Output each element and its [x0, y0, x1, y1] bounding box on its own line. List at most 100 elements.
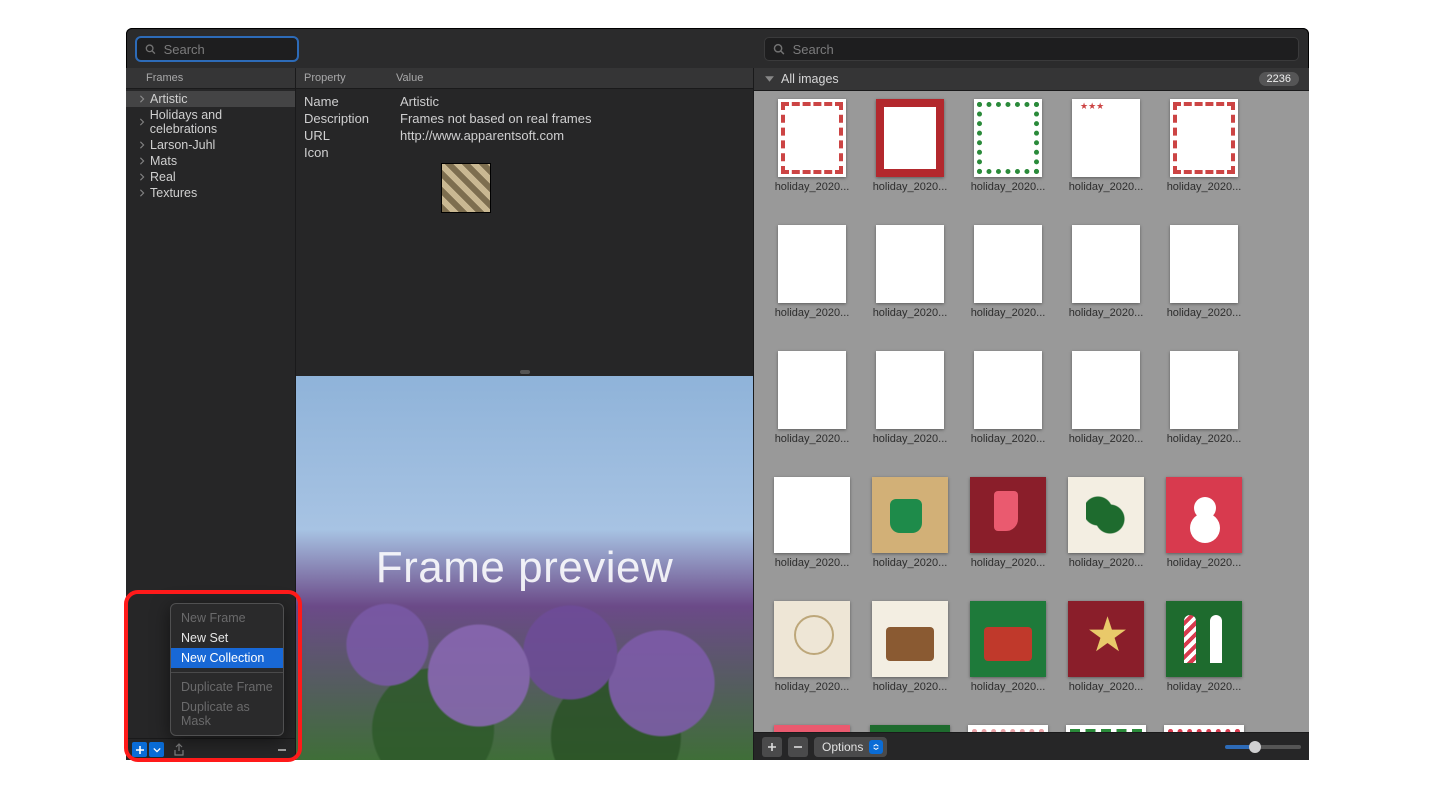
thumbnail-image	[778, 225, 846, 303]
thumbnail-image	[974, 225, 1042, 303]
gallery-header[interactable]: All images 2236	[754, 68, 1309, 91]
thumbnail[interactable]: holiday_2020...	[772, 601, 852, 693]
thumbnail-label: holiday_2020...	[1069, 307, 1144, 319]
add-context-menu[interactable]: New FrameNew SetNew CollectionDuplicate …	[170, 603, 284, 736]
thumbnail[interactable]: holiday_2020...	[772, 225, 852, 319]
sidebar-item[interactable]: Larson-Juhl	[126, 137, 295, 153]
property-row[interactable]: NameArtistic	[296, 93, 753, 110]
thumbnail-image	[1066, 725, 1146, 732]
thumbnail-label: holiday_2020...	[1167, 433, 1242, 445]
thumbnail-image	[876, 351, 944, 429]
thumbnail-image	[774, 725, 850, 732]
thumbnail-image	[974, 351, 1042, 429]
property-row[interactable]: DescriptionFrames not based on real fram…	[296, 110, 753, 127]
thumbnail[interactable]: holiday_2020...	[772, 725, 852, 732]
menu-item[interactable]: New Set	[171, 628, 283, 648]
sidebar-item[interactable]: Mats	[126, 153, 295, 169]
thumbnail-image	[872, 601, 948, 677]
thumbnail[interactable]: holiday_2020...	[1066, 725, 1146, 732]
thumbnail-image	[1072, 99, 1140, 177]
sidebar-item[interactable]: Holidays and celebrations	[126, 107, 295, 137]
sidebar-item-label: Artistic	[150, 92, 188, 106]
gallery-scroll[interactable]: holiday_2020...holiday_2020...holiday_20…	[754, 91, 1309, 732]
thumbnail-image	[778, 351, 846, 429]
thumbnail[interactable]: holiday_2020...	[1164, 225, 1244, 319]
thumbnail[interactable]: holiday_2020...	[772, 477, 852, 569]
thumbnail-image	[872, 477, 948, 553]
thumbnail[interactable]: holiday_2020...	[1164, 351, 1244, 445]
gallery-title: All images	[781, 72, 839, 86]
gallery-remove-button[interactable]	[788, 737, 808, 757]
chevron-right-icon	[138, 95, 146, 103]
thumbnail[interactable]: holiday_2020...	[968, 725, 1048, 732]
minus-icon	[277, 745, 287, 755]
thumbnail-label: holiday_2020...	[1069, 557, 1144, 569]
thumbnail[interactable]: holiday_2020...	[772, 99, 852, 193]
add-button[interactable]	[132, 742, 147, 757]
sidebar-item[interactable]: Real	[126, 169, 295, 185]
sidebar-item[interactable]: Textures	[126, 185, 295, 201]
thumbnail[interactable]: holiday_2020...	[870, 225, 950, 319]
disclosure-triangle-icon[interactable]	[764, 74, 775, 85]
property-key: Icon	[304, 145, 400, 160]
sidebar-footer	[126, 738, 295, 760]
col-property: Property	[296, 72, 392, 84]
sidebar-item-label: Larson-Juhl	[150, 138, 215, 152]
thumbnail-label: holiday_2020...	[971, 307, 1046, 319]
zoom-slider[interactable]	[1225, 745, 1301, 749]
left-search-input[interactable]	[162, 41, 289, 58]
thumbnail[interactable]: holiday_2020...	[1066, 477, 1146, 569]
thumbnail-image	[774, 477, 850, 553]
right-search[interactable]	[764, 37, 1299, 61]
right-search-input[interactable]	[791, 41, 1290, 58]
share-icon	[173, 743, 185, 757]
thumbnail[interactable]: holiday_2020...	[1066, 351, 1146, 445]
thumbnail[interactable]: holiday_2020...	[870, 99, 950, 193]
remove-button[interactable]	[275, 743, 289, 757]
thumbnail-label: holiday_2020...	[873, 557, 948, 569]
gallery-add-button[interactable]	[762, 737, 782, 757]
add-menu-button[interactable]	[149, 742, 164, 757]
thumbnail[interactable]: holiday_2020...	[1164, 477, 1244, 569]
thumbnail-image	[974, 99, 1042, 177]
property-row[interactable]: Icon	[296, 144, 753, 161]
resize-grip[interactable]	[520, 370, 530, 374]
options-button[interactable]: Options	[814, 737, 887, 757]
thumbnail[interactable]: holiday_2020...	[1164, 725, 1244, 732]
thumbnail[interactable]: holiday_2020...	[968, 601, 1048, 693]
thumbnail[interactable]: holiday_2020...	[1164, 601, 1244, 693]
thumbnail[interactable]: holiday_2020...	[772, 351, 852, 445]
thumbnail-label: holiday_2020...	[873, 181, 948, 193]
thumbnail[interactable]: holiday_2020...	[870, 601, 950, 693]
thumbnail[interactable]: holiday_2020...	[968, 351, 1048, 445]
plus-icon	[135, 745, 145, 755]
thumbnail[interactable]: holiday_2020...	[1066, 601, 1146, 693]
thumbnail-label: holiday_2020...	[873, 307, 948, 319]
sidebar-item-label: Mats	[150, 154, 177, 168]
thumbnail-label: holiday_2020...	[1069, 433, 1144, 445]
thumbnail-label: holiday_2020...	[1069, 681, 1144, 693]
thumbnail[interactable]: holiday_2020...	[968, 477, 1048, 569]
sidebar-item[interactable]: Artistic	[126, 91, 295, 107]
frame-preview: Frame preview	[296, 376, 753, 760]
thumbnail[interactable]: holiday_2020...	[968, 99, 1048, 193]
thumbnail[interactable]: holiday_2020...	[870, 477, 950, 569]
thumbnail[interactable]: holiday_2020...	[1164, 99, 1244, 193]
property-row[interactable]: URLhttp://www.apparentsoft.com	[296, 127, 753, 144]
property-key: Name	[304, 94, 400, 109]
thumbnail[interactable]: holiday_2020...	[1066, 99, 1146, 193]
thumbnail[interactable]: holiday_2020...	[968, 225, 1048, 319]
thumbnail-image	[970, 601, 1046, 677]
thumbnail[interactable]: holiday_2020...	[1066, 225, 1146, 319]
share-button[interactable]	[172, 743, 186, 757]
menu-item: Duplicate Frame	[171, 677, 283, 697]
thumbnail[interactable]: holiday_2020...	[870, 351, 950, 445]
property-icon-thumbnail[interactable]	[441, 163, 491, 213]
thumbnail-image	[876, 99, 944, 177]
thumbnail-label: holiday_2020...	[1167, 181, 1242, 193]
gallery-footer: Options	[754, 732, 1309, 760]
thumbnail[interactable]: holiday_2020...	[870, 725, 950, 732]
thumbnail-label: holiday_2020...	[971, 681, 1046, 693]
left-search[interactable]	[136, 37, 298, 61]
menu-item[interactable]: New Collection	[171, 648, 283, 668]
